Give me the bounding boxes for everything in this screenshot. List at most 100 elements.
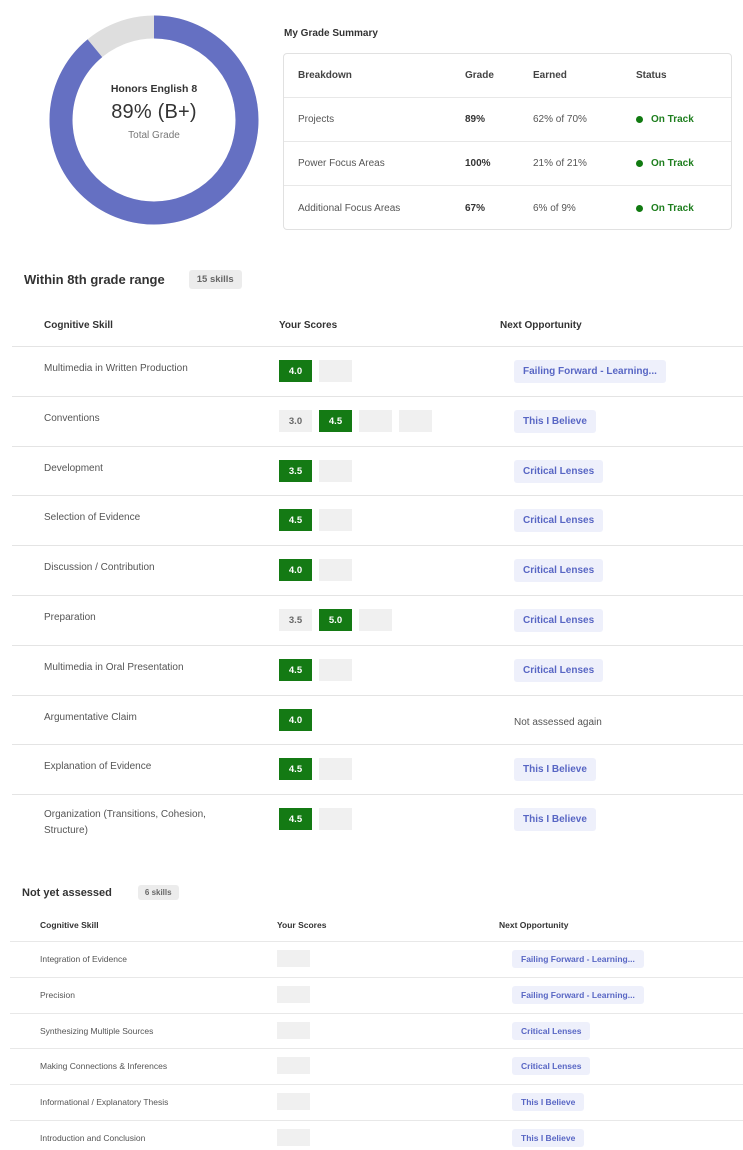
total-grade-value: 89% (B+) <box>111 101 197 123</box>
summary-earned: 21% of 21% <box>533 158 587 169</box>
next-opportunity-link[interactable]: Critical Lenses <box>514 460 604 483</box>
next-opportunity-text: Not assessed again <box>514 717 602 728</box>
summary-row: Additional Focus Areas 67% 6% of 9% On T… <box>284 186 731 230</box>
current-score: 4.0 <box>279 360 312 382</box>
next-opportunity-link[interactable]: Failing Forward - Learning... <box>512 986 644 1004</box>
current-score: 3.5 <box>279 460 312 482</box>
score-boxes: 4.0 <box>279 559 359 581</box>
section-notyet-header: Not yet assessed 6 skills <box>22 885 179 900</box>
empty-score-slot <box>277 950 310 967</box>
next-opportunity-link[interactable]: Critical Lenses <box>514 559 604 582</box>
next-opportunity-link[interactable]: Critical Lenses <box>512 1022 591 1040</box>
col-head-scores: Your Scores <box>277 920 327 930</box>
table-row: Precision Failing Forward - Learning... <box>10 977 743 1013</box>
skill-name: Multimedia in Written Production <box>44 363 188 374</box>
table-row: Making Connections & Inferences Critical … <box>10 1048 743 1084</box>
current-score: 4.0 <box>279 559 312 581</box>
score-boxes: 4.0 <box>279 360 359 382</box>
grade-summary-table: Breakdown Grade Earned Status Projects 8… <box>283 53 732 230</box>
prior-score: 3.0 <box>279 410 312 432</box>
empty-score-slot <box>319 659 352 681</box>
next-opportunity: This I Believe <box>514 808 596 831</box>
table-row: Conventions 3.0 4.5 This I Believe <box>12 396 743 446</box>
summary-earned: 6% of 9% <box>533 202 576 214</box>
col-head-next: Next Opportunity <box>500 320 582 331</box>
col-head-skill: Cognitive Skill <box>44 320 113 331</box>
summary-row: Projects 89% 62% of 70% On Track <box>284 98 731 142</box>
current-score: 4.5 <box>279 659 312 681</box>
score-boxes: 3.0 4.5 <box>279 410 439 432</box>
empty-score-slot <box>359 609 392 631</box>
skill-name: Argumentative Claim <box>44 712 137 723</box>
next-opportunity: This I Believe <box>514 410 596 433</box>
header-breakdown: Breakdown <box>298 70 352 81</box>
next-opportunity: Failing Forward - Learning... <box>514 360 666 383</box>
empty-score-slot <box>359 410 392 432</box>
status-label: On Track <box>651 114 694 125</box>
next-opportunity-link[interactable]: Critical Lenses <box>514 609 604 632</box>
next-opportunity: Critical Lenses <box>514 460 604 483</box>
score-boxes: 4.0 <box>279 709 319 731</box>
score-boxes: 3.5 <box>279 460 359 482</box>
col-head-skill: Cognitive Skill <box>40 920 99 930</box>
skill-name: Conventions <box>44 413 100 424</box>
summary-row: Power Focus Areas 100% 21% of 21% On Tra… <box>284 142 731 186</box>
status-label: On Track <box>651 202 694 214</box>
current-score: 5.0 <box>319 609 352 631</box>
next-opportunity-link[interactable]: Failing Forward - Learning... <box>512 950 644 968</box>
next-opportunity-link[interactable]: This I Believe <box>514 808 596 831</box>
status-dot-icon <box>636 116 643 123</box>
status-dot-icon <box>636 160 643 167</box>
summary-breakdown: Projects <box>298 114 335 125</box>
empty-score-slot <box>319 559 352 581</box>
empty-score-slot <box>277 1129 310 1146</box>
next-opportunity: Critical Lenses <box>514 509 604 532</box>
empty-score-slot <box>277 1022 310 1039</box>
table-row: Introduction and Conclusion This I Believ… <box>10 1120 743 1150</box>
status-badge: On Track <box>636 114 694 125</box>
skill-name: Introduction and Conclusion <box>40 1133 146 1143</box>
table-row: Selection of Evidence 4.5 Critical Lenses <box>12 495 743 545</box>
status-badge: On Track <box>636 203 694 214</box>
summary-breakdown: Additional Focus Areas <box>298 202 401 214</box>
col-head-scores: Your Scores <box>279 320 338 331</box>
current-score: 4.5 <box>279 509 312 531</box>
next-opportunity-link[interactable]: This I Believe <box>514 410 596 433</box>
score-boxes: 3.5 5.0 <box>279 609 399 631</box>
section-within-header: Within 8th grade range 15 skills <box>24 270 242 289</box>
empty-score-slot <box>277 1093 310 1110</box>
skill-name: Making Connections & Inferences <box>40 1061 168 1071</box>
course-name: Honors English 8 <box>110 83 198 95</box>
next-opportunity: This I Believe <box>514 758 596 781</box>
skill-name: Preparation <box>44 612 96 623</box>
next-opportunity-link[interactable]: Failing Forward - Learning... <box>514 360 666 383</box>
empty-score-slot <box>399 410 432 432</box>
empty-score-slot <box>277 986 310 1003</box>
summary-earned: 62% of 70% <box>533 114 587 125</box>
empty-score-slot <box>319 509 352 531</box>
table-row: Explanation of Evidence 4.5 This I Believe <box>12 744 743 794</box>
empty-score-slot <box>319 360 352 382</box>
next-opportunity-link[interactable]: Critical Lenses <box>514 509 604 532</box>
next-opportunity-link[interactable]: Critical Lenses <box>512 1057 591 1075</box>
grade-donut: Honors English 8 89% (B+) Total Grade <box>48 14 260 226</box>
skill-name: Multimedia in Oral Presentation <box>44 662 184 673</box>
table-row: Development 3.5 Critical Lenses <box>12 446 743 496</box>
skill-name: Discussion / Contribution <box>44 562 155 573</box>
table-row: Argumentative Claim 4.0 Not assessed again <box>12 695 743 745</box>
table-row: Informational / Explanatory Thesis This I… <box>10 1084 743 1120</box>
next-opportunity-link[interactable]: This I Believe <box>512 1093 585 1111</box>
next-opportunity-link[interactable]: This I Believe <box>512 1129 585 1147</box>
skill-name: Selection of Evidence <box>44 512 141 523</box>
skill-name: Explanation of Evidence <box>44 761 152 772</box>
status-dot-icon <box>636 204 643 212</box>
score-boxes: 4.5 <box>279 659 359 681</box>
next-opportunity-link[interactable]: This I Believe <box>514 758 596 781</box>
next-opportunity-link[interactable]: Critical Lenses <box>514 659 604 682</box>
skill-name: Integration of Evidence <box>40 954 127 964</box>
table-row: Discussion / Contribution 4.0 Critical Len… <box>12 545 743 595</box>
skill-name: Organization (Transitions, Cohesion, Str… <box>44 809 206 836</box>
empty-score-slot <box>319 460 352 482</box>
summary-title: My Grade Summary <box>284 28 378 39</box>
score-boxes: 4.5 <box>279 509 359 531</box>
